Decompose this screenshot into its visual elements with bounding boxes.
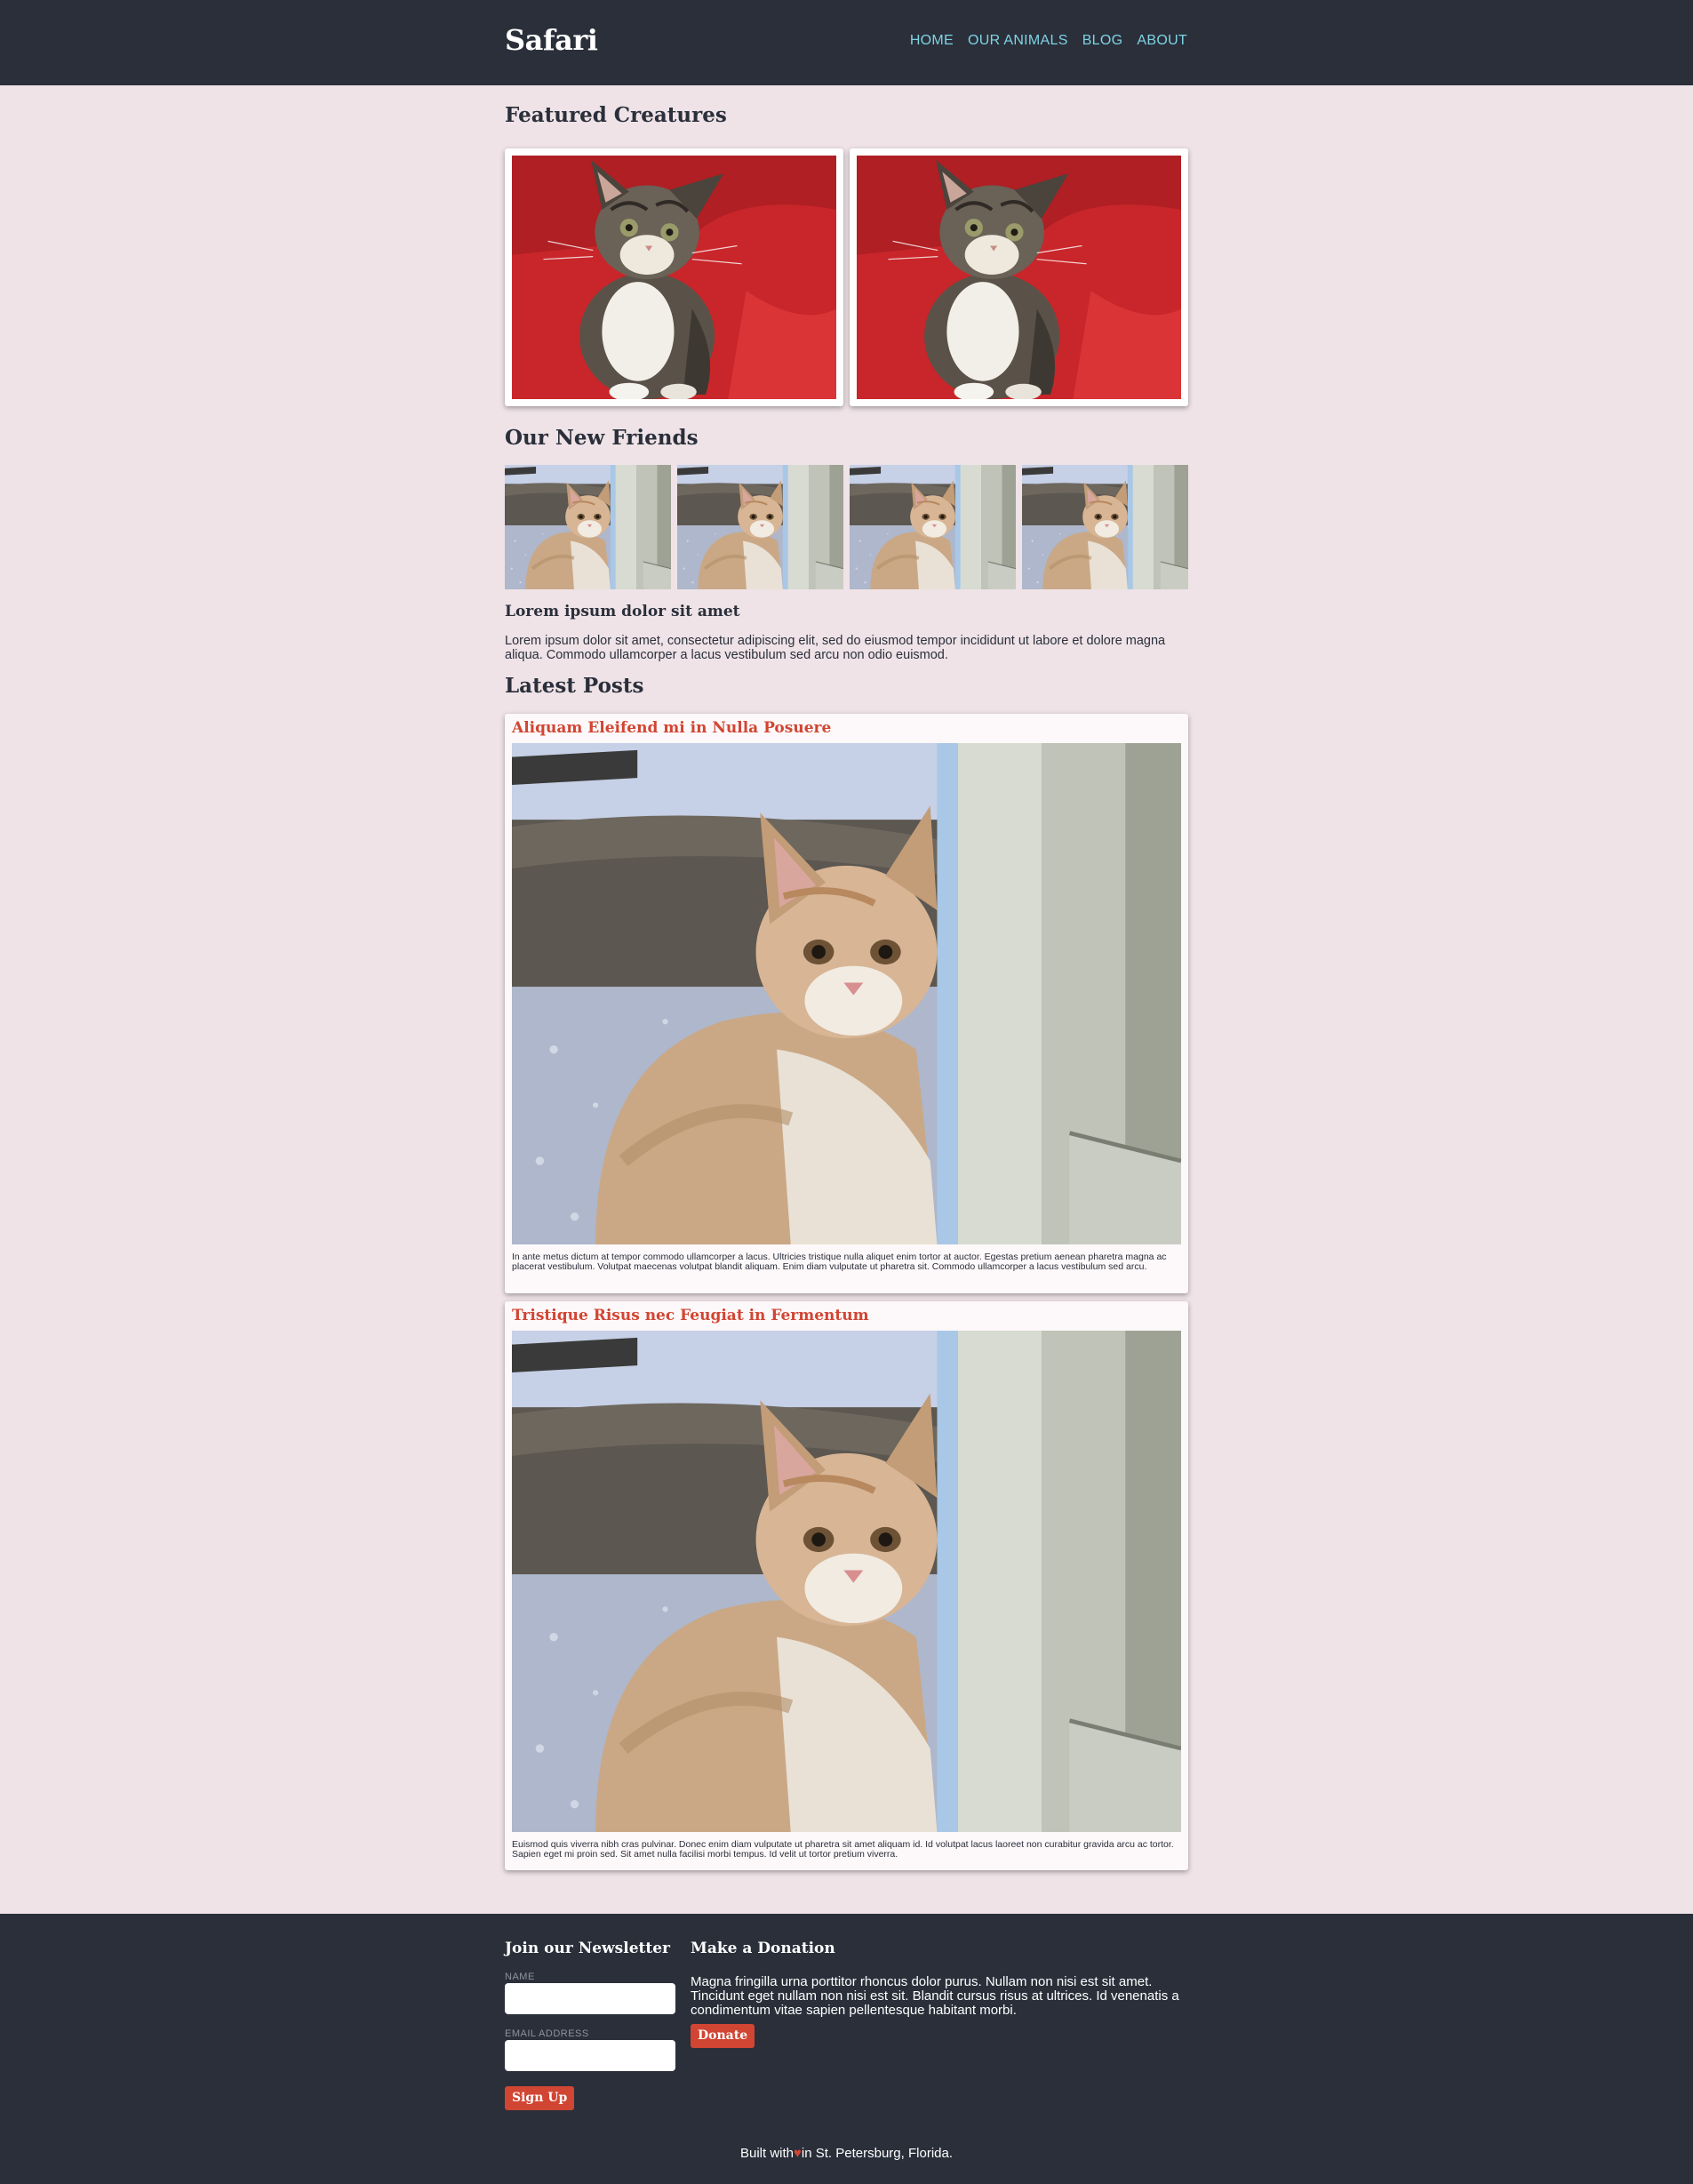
- friend-kitten-photo[interactable]: [505, 465, 671, 589]
- nav-about-link[interactable]: ABOUT: [1137, 33, 1187, 49]
- donation-title: Make a Donation: [691, 1940, 835, 1957]
- friend-kitten-photo[interactable]: [677, 465, 843, 589]
- friend-kitten-photo[interactable]: [850, 465, 1016, 589]
- heart-icon: ♥: [794, 2146, 802, 2161]
- nav-our-animals-link[interactable]: OUR ANIMALS: [968, 33, 1068, 49]
- name-field[interactable]: [505, 1983, 675, 2014]
- post-title-link[interactable]: Tristique Risus nec Feugiat in Fermentum: [512, 1306, 1181, 1325]
- footer-credit: Built with♥in St. Petersburg, Florida.: [0, 2146, 1693, 2161]
- nav-blog-link[interactable]: BLOG: [1082, 33, 1123, 49]
- post-card: Tristique Risus nec Feugiat in Fermentum…: [505, 1301, 1188, 1870]
- credit-text-before: Built with: [739, 2146, 795, 2161]
- donation-paragraph: Magna fringilla urna porttitor rhoncus d…: [691, 1974, 1179, 2018]
- posts-section-title: Latest Posts: [505, 674, 644, 698]
- main-nav: HOME OUR ANIMALS BLOG ABOUT: [910, 33, 1187, 49]
- post-kitten-photo: [512, 1331, 1181, 1832]
- site-logo[interactable]: Safari: [505, 23, 598, 57]
- featured-card[interactable]: [505, 148, 843, 406]
- newsletter-title: Join our Newsletter: [505, 1940, 671, 1957]
- featured-kitten-photo: [857, 156, 1181, 399]
- featured-card[interactable]: [850, 148, 1188, 406]
- post-card: Aliquam Eleifend mi in Nulla Posuere In …: [505, 714, 1188, 1293]
- featured-section-title: Featured Creatures: [505, 103, 727, 127]
- post-kitten-photo: [512, 743, 1181, 1244]
- intro-paragraph: Lorem ipsum dolor sit amet, consectetur …: [505, 634, 1166, 662]
- credit-text-after: in St. Petersburg, Florida.: [801, 2146, 953, 2161]
- featured-kitten-photo: [512, 156, 836, 399]
- intro-heading: Lorem ipsum dolor sit amet: [505, 603, 740, 620]
- friends-section-title: Our New Friends: [505, 426, 699, 450]
- site-footer: Join our Newsletter NAME EMAIL ADDRESS S…: [0, 1914, 1693, 2184]
- email-label: EMAIL ADDRESS: [505, 2028, 589, 2039]
- friend-kitten-photo[interactable]: [1022, 465, 1188, 589]
- nav-home-link[interactable]: HOME: [910, 33, 954, 49]
- donate-button[interactable]: Donate: [691, 2024, 755, 2048]
- sign-up-button[interactable]: Sign Up: [505, 2086, 575, 2110]
- name-label: NAME: [505, 1972, 535, 1982]
- post-excerpt: In ante metus dictum at tempor commodo u…: [512, 1252, 1167, 1272]
- site-header: Safari HOME OUR ANIMALS BLOG ABOUT: [0, 0, 1693, 85]
- email-field[interactable]: [505, 2040, 675, 2071]
- post-title-link[interactable]: Aliquam Eleifend mi in Nulla Posuere: [512, 718, 1181, 738]
- post-excerpt: Euismod quis viverra nibh cras pulvinar.…: [512, 1839, 1174, 1860]
